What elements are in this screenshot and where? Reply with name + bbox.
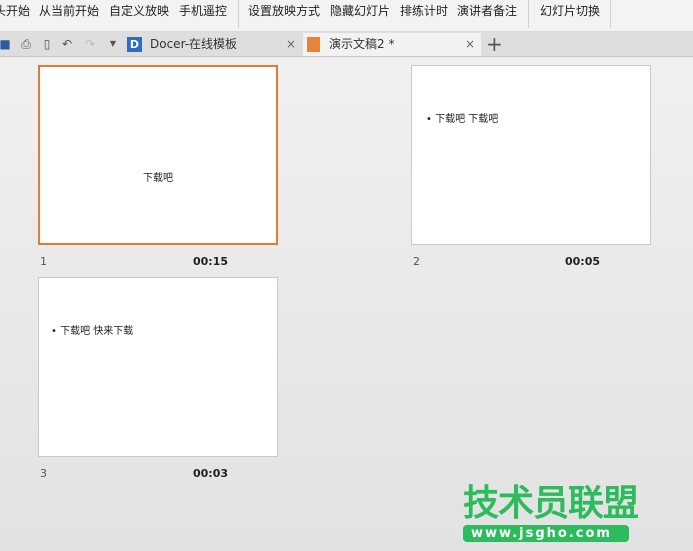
docer-icon: D: [127, 37, 142, 52]
ribbon-setup-show[interactable]: 设置放映方式: [248, 2, 320, 19]
slide-timing: 00:15: [193, 255, 229, 268]
close-icon[interactable]: ×: [465, 33, 475, 56]
ribbon-from-current[interactable]: 从当前开始: [39, 2, 99, 19]
undo-icon[interactable]: ↶: [60, 37, 74, 51]
presentation-icon: [307, 37, 320, 52]
ribbon-hide-slide[interactable]: 隐藏幻灯片: [330, 2, 390, 19]
ribbon-custom-show[interactable]: 自定义放映: [109, 2, 169, 19]
watermark-logo: 技术员联盟 www.jsgho.com: [463, 483, 639, 542]
tab-label: Docer-在线模板: [150, 37, 238, 51]
slideshow-ribbon: 头开始 从当前开始 自定义放映 手机遥控 设置放映方式 隐藏幻灯片 排练计时 演…: [0, 0, 693, 32]
ribbon-phone-remote[interactable]: 手机遥控: [179, 2, 227, 19]
print-preview-icon[interactable]: ▯: [40, 37, 54, 51]
tab-docer[interactable]: D Docer-在线模板 ×: [124, 33, 302, 56]
ribbon-speaker-notes[interactable]: 演讲者备注: [457, 2, 517, 19]
tab-bar: ■ ⎙ ▯ ↶ ↷ ▼ D Docer-在线模板 × 演示文稿2 * × +: [0, 32, 693, 57]
slide-number: 1: [40, 255, 47, 268]
close-icon[interactable]: ×: [286, 33, 296, 56]
slide-text: • 下载吧 下载吧: [426, 114, 499, 125]
slide-number: 3: [40, 467, 47, 480]
slide-thumbnail[interactable]: 下载吧: [38, 65, 278, 245]
redo-icon[interactable]: ↷: [83, 37, 97, 51]
tab-document[interactable]: 演示文稿2 * ×: [303, 33, 481, 56]
slide-sorter: 下载吧 1 00:15 • 下载吧 下载吧 2 00:05 • 下载吧 快来下载…: [0, 57, 693, 551]
dropdown-icon[interactable]: ▼: [106, 37, 120, 51]
slide-text: • 下载吧 快来下载: [51, 326, 134, 337]
save-icon[interactable]: ■: [0, 37, 12, 51]
slide-number: 2: [413, 255, 420, 268]
slide-timing: 00:03: [193, 467, 229, 480]
tab-label: 演示文稿2 *: [329, 37, 395, 51]
print-icon[interactable]: ⎙: [19, 37, 33, 51]
ribbon-transition[interactable]: 幻灯片切换: [540, 2, 600, 19]
slide-thumbnail[interactable]: • 下载吧 下载吧: [411, 65, 651, 245]
slide-text: 下载吧: [143, 173, 173, 184]
slide-thumbnail[interactable]: • 下载吧 快来下载: [38, 277, 278, 457]
slide-timing: 00:05: [565, 255, 601, 268]
new-tab-button[interactable]: +: [486, 32, 503, 56]
ribbon-from-start[interactable]: 头开始: [0, 2, 30, 19]
ribbon-rehearse[interactable]: 排练计时: [400, 2, 448, 19]
